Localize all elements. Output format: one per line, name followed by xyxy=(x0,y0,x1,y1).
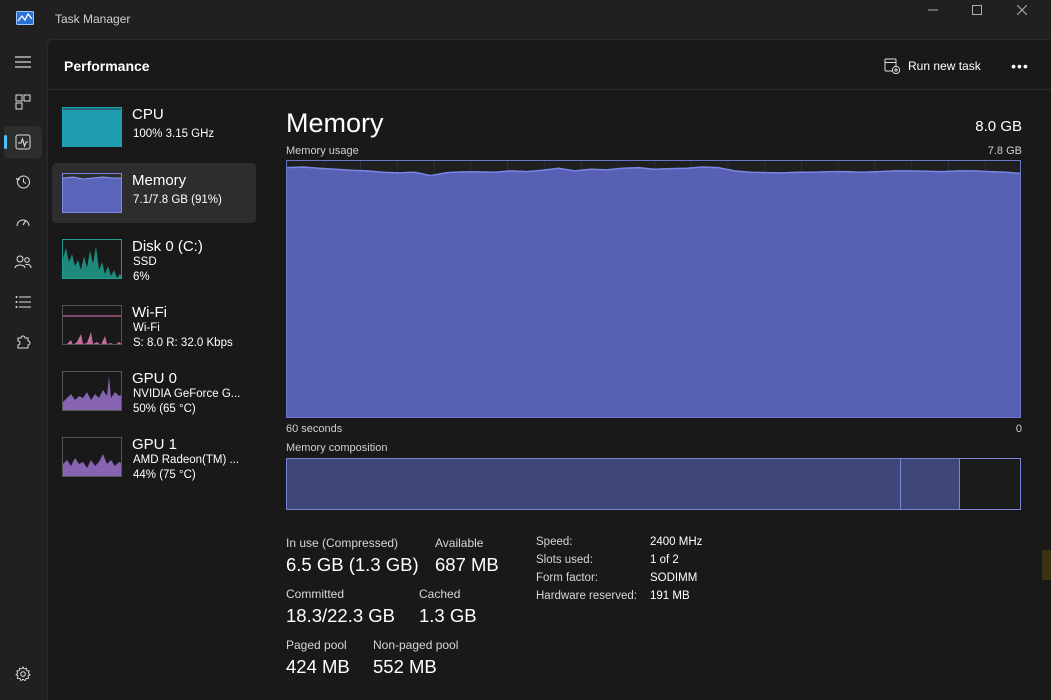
navigation-rail xyxy=(0,38,46,700)
time-axis-left: 60 seconds xyxy=(286,423,343,435)
composition-modified-segment[interactable] xyxy=(901,459,960,509)
stat-paged-pool-value: 424 MB xyxy=(286,656,350,677)
device-stat: Wi-Fi xyxy=(133,322,160,334)
device-gpu-0[interactable]: GPU 0 NVIDIA GeForce G... 50% (65 °C) xyxy=(52,361,256,421)
run-task-icon xyxy=(884,58,900,74)
spec-slots-label: Slots used: xyxy=(536,554,593,566)
nav-performance[interactable] xyxy=(4,126,42,158)
nav-details[interactable] xyxy=(4,286,42,318)
device-name: Memory xyxy=(132,172,187,189)
window-title: Task Manager xyxy=(55,12,131,26)
stat-paged-pool-label: Paged pool xyxy=(286,638,347,652)
device-name: Disk 0 (C:) xyxy=(132,238,203,255)
memory-total: 8.0 GB xyxy=(975,118,1022,135)
usage-label: Memory usage xyxy=(286,145,359,157)
spec-form-factor-label: Form factor: xyxy=(536,572,598,584)
more-options-button[interactable]: ••• xyxy=(1008,54,1032,78)
device-name: GPU 0 xyxy=(132,370,178,387)
spec-speed-label: Speed: xyxy=(536,536,573,548)
device-stat: SSD xyxy=(133,256,157,268)
nav-app-history[interactable] xyxy=(4,166,42,198)
stat-in-use-label: In use (Compressed) xyxy=(286,536,399,550)
wifi-thumbnail-graph xyxy=(62,305,122,345)
title-bar: Task Manager xyxy=(0,0,1051,38)
spec-hardware-reserved-label: Hardware reserved: xyxy=(536,590,637,602)
spec-speed-value: 2400 MHz xyxy=(650,536,703,548)
users-icon xyxy=(14,255,32,269)
page-title: Performance xyxy=(64,58,150,74)
nav-processes[interactable] xyxy=(4,86,42,118)
device-stat: 7.1/7.8 GB (91%) xyxy=(133,194,222,206)
device-name: Wi-Fi xyxy=(132,304,167,321)
nav-settings[interactable] xyxy=(4,658,42,690)
usage-max-label: 7.8 GB xyxy=(987,145,1022,157)
device-stat: 100% 3.15 GHz xyxy=(133,128,215,140)
settings-gear-icon xyxy=(15,666,31,682)
gpu1-thumbnail-graph xyxy=(62,437,122,477)
services-puzzle-icon xyxy=(17,335,31,349)
stat-available-label: Available xyxy=(435,536,484,550)
cpu-thumbnail-graph xyxy=(62,107,122,147)
hamburger-menu-button[interactable] xyxy=(4,46,42,78)
stat-available-value: 687 MB xyxy=(435,554,499,575)
device-name: GPU 1 xyxy=(132,436,178,453)
nav-users[interactable] xyxy=(4,246,42,278)
memory-usage-graph xyxy=(287,161,1020,417)
run-new-task-label: Run new task xyxy=(908,59,981,73)
task-manager-app-icon xyxy=(16,10,34,26)
device-stat: S: 8.0 R: 32.0 Kbps xyxy=(133,337,233,349)
memory-thumbnail-graph xyxy=(62,173,122,213)
detail-title: Memory xyxy=(286,108,384,138)
device-name: CPU xyxy=(132,106,164,123)
memory-composition-bar xyxy=(286,458,1021,510)
stat-cached-value: 1.3 GB xyxy=(419,605,477,626)
processes-grid-icon xyxy=(15,94,31,110)
disk-thumbnail-graph xyxy=(62,239,122,279)
stat-committed-value: 18.3/22.3 GB xyxy=(286,605,396,626)
device-stat: AMD Radeon(TM) ... xyxy=(133,454,240,466)
hamburger-icon xyxy=(15,56,31,68)
device-wifi[interactable]: Wi-Fi Wi-Fi S: 8.0 R: 32.0 Kbps xyxy=(52,295,256,355)
minimize-button[interactable] xyxy=(910,0,956,20)
device-cpu[interactable]: CPU 100% 3.15 GHz xyxy=(52,97,256,157)
spec-hardware-reserved-value: 191 MB xyxy=(650,590,690,602)
stat-non-paged-pool-value: 552 MB xyxy=(373,656,437,677)
memory-usage-area xyxy=(287,167,1020,417)
device-memory[interactable]: Memory 7.1/7.8 GB (91%) xyxy=(52,163,256,223)
nav-services[interactable] xyxy=(4,326,42,358)
memory-detail: Memory 8.0 GB Memory usage 7.8 GB 60 sec… xyxy=(286,90,1026,700)
composition-label: Memory composition xyxy=(286,442,388,454)
composition-in-use-segment[interactable] xyxy=(287,459,901,509)
device-disk-0[interactable]: Disk 0 (C:) SSD 6% xyxy=(52,229,256,289)
page-header: Performance Run new task ••• xyxy=(48,40,1051,90)
speedometer-icon xyxy=(16,219,30,227)
performance-pulse-icon xyxy=(15,134,31,150)
device-stat: 50% (65 °C) xyxy=(133,403,196,415)
details-list-icon xyxy=(15,296,31,308)
device-stat: NVIDIA GeForce G... xyxy=(133,388,241,400)
maximize-button[interactable] xyxy=(954,0,1000,20)
gpu0-thumbnail-graph xyxy=(62,371,122,411)
history-clock-icon xyxy=(15,175,30,189)
stat-in-use-value: 6.5 GB (1.3 GB) xyxy=(286,554,419,575)
stat-cached-label: Cached xyxy=(419,587,461,601)
background-window-edge xyxy=(1042,550,1051,580)
memory-usage-chart xyxy=(286,160,1021,418)
nav-startup-apps[interactable] xyxy=(4,206,42,238)
device-list: CPU 100% 3.15 GHz Memory 7.1/7.8 GB (91%… xyxy=(52,97,257,493)
device-stat: 44% (75 °C) xyxy=(133,469,196,481)
close-button[interactable] xyxy=(999,0,1045,20)
device-stat: 6% xyxy=(133,271,150,283)
spec-slots-value: 1 of 2 xyxy=(650,554,679,566)
stat-committed-label: Committed xyxy=(286,587,345,601)
spec-form-factor-value: SODIMM xyxy=(650,572,698,584)
main-panel: Performance Run new task ••• CPU 100% 3.… xyxy=(47,39,1051,700)
time-axis-right: 0 xyxy=(1015,423,1022,435)
run-new-task-button[interactable]: Run new task xyxy=(884,54,981,78)
device-gpu-1[interactable]: GPU 1 AMD Radeon(TM) ... 44% (75 °C) xyxy=(52,427,256,487)
stat-non-paged-pool-label: Non-paged pool xyxy=(373,638,459,652)
